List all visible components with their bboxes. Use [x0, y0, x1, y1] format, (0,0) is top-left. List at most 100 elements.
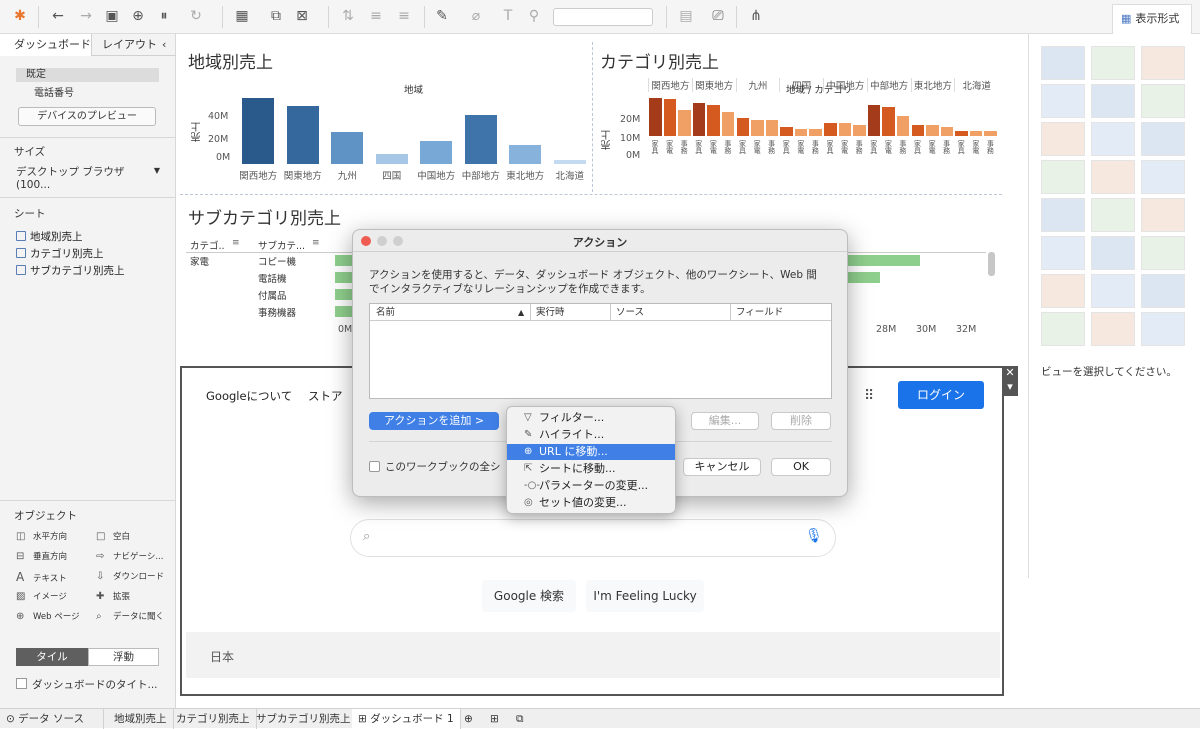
- clear-sheet-icon[interactable]: ⊠: [292, 6, 312, 26]
- device-preview-button[interactable]: デバイスのプレビュー: [18, 107, 156, 126]
- chart-type-thumbnail[interactable]: [1091, 160, 1135, 194]
- redo-icon[interactable]: →: [76, 6, 96, 26]
- object-ask-data[interactable]: ⌕ データに聞く: [96, 610, 164, 622]
- chart-type-thumbnail[interactable]: [1091, 84, 1135, 118]
- category-bar[interactable]: [736, 117, 750, 136]
- new-dashboard-icon[interactable]: ⊞: [484, 709, 505, 729]
- category-bar[interactable]: [853, 125, 866, 136]
- menu-item-url[interactable]: ⊕ URL に移動...: [507, 444, 675, 460]
- category-bar[interactable]: [955, 130, 968, 136]
- column-header[interactable]: 実行時: [536, 304, 565, 321]
- refresh-icon[interactable]: ↻: [186, 6, 206, 26]
- category-bar[interactable]: [984, 130, 997, 136]
- tab-dashboard[interactable]: ダッシュボード: [0, 34, 92, 56]
- chart-type-thumbnail[interactable]: [1141, 274, 1185, 308]
- sheet-item[interactable]: サブカテゴリ別売上: [16, 263, 125, 278]
- new-story-icon[interactable]: ⧉: [510, 709, 530, 729]
- new-datasource-icon[interactable]: ⊕: [128, 6, 148, 26]
- region-bar[interactable]: [242, 97, 275, 164]
- chart-type-thumbnail[interactable]: [1141, 198, 1185, 232]
- category-bar[interactable]: [751, 119, 764, 136]
- region-bar[interactable]: [286, 106, 319, 164]
- new-sheet-icon[interactable]: ⊕: [458, 709, 479, 729]
- category-bar[interactable]: [940, 126, 954, 136]
- fix-axes-icon[interactable]: ⚲: [524, 6, 544, 26]
- chart-type-thumbnail[interactable]: [1041, 46, 1085, 80]
- object-image[interactable]: ▨ イメージ: [16, 590, 67, 602]
- chart-type-thumbnail[interactable]: [1091, 122, 1135, 156]
- swap-icon[interactable]: ⇅: [338, 6, 358, 26]
- pause-updates-icon[interactable]: ⏸: [154, 6, 174, 26]
- category-bar[interactable]: [721, 112, 735, 136]
- undo-icon[interactable]: ←: [48, 6, 68, 26]
- all-sheets-checkbox[interactable]: [369, 461, 380, 472]
- chart-type-thumbnail[interactable]: [1141, 160, 1185, 194]
- menu-item-goto-sheet[interactable]: ⇱ シートに移動...: [507, 461, 675, 477]
- chart-type-thumbnail[interactable]: [1041, 84, 1085, 118]
- column-header[interactable]: 名前: [376, 304, 395, 321]
- region-bar[interactable]: [375, 153, 408, 164]
- category-bar[interactable]: [882, 106, 895, 136]
- sheet-tab[interactable]: 地域別売上: [108, 709, 174, 729]
- category-bar[interactable]: [649, 97, 662, 136]
- category-bar[interactable]: [969, 130, 983, 136]
- actions-table[interactable]: 名前 ▲ 実行時 ソース フィールド: [369, 303, 832, 399]
- edit-button[interactable]: 編集...: [691, 412, 759, 430]
- size-select[interactable]: デスクトップ ブラウザ (100... ▼: [16, 164, 160, 191]
- category-bar[interactable]: [809, 128, 822, 136]
- category-bar[interactable]: [911, 125, 925, 136]
- object-horizontal[interactable]: ◫ 水平方向: [16, 530, 67, 542]
- chart-type-thumbnail[interactable]: [1141, 122, 1185, 156]
- microphone-icon[interactable]: 🎙: [805, 528, 823, 544]
- chart-type-thumbnail[interactable]: [1141, 46, 1185, 80]
- dashboard-tab[interactable]: ⊞ ダッシュボード 1: [352, 709, 461, 729]
- feeling-lucky-button[interactable]: I'm Feeling Lucky: [586, 580, 704, 612]
- object-download[interactable]: ⇩ ダウンロード: [96, 570, 164, 582]
- save-icon[interactable]: ▣: [102, 6, 122, 26]
- category-bar[interactable]: [780, 126, 793, 136]
- chart-type-thumbnail[interactable]: [1041, 198, 1085, 232]
- share-icon[interactable]: ⋔: [746, 6, 766, 26]
- group-icon[interactable]: ⌀: [466, 6, 486, 26]
- category-bar[interactable]: [867, 104, 881, 136]
- menu-item-set[interactable]: ◎ セット値の変更...: [507, 495, 675, 511]
- sort-desc-icon[interactable]: ≡: [394, 6, 414, 26]
- chart-type-thumbnail[interactable]: [1141, 84, 1185, 118]
- new-sheet-icon[interactable]: ▦: [232, 6, 252, 26]
- category-bar[interactable]: [838, 123, 852, 136]
- ok-button[interactable]: OK: [771, 458, 831, 476]
- sort-icon[interactable]: ≡: [232, 238, 240, 248]
- category-bar[interactable]: [765, 119, 779, 136]
- category-bar[interactable]: [707, 104, 720, 136]
- show-title-checkbox[interactable]: [16, 678, 27, 689]
- chart-type-thumbnail[interactable]: [1141, 312, 1185, 346]
- highlight-pen-icon[interactable]: ✎: [432, 6, 452, 26]
- presentation-icon[interactable]: ⎚: [708, 6, 728, 26]
- chart-type-thumbnail[interactable]: [1091, 198, 1135, 232]
- tableau-logo-icon[interactable]: ✱: [10, 6, 30, 26]
- menu-item-filter[interactable]: ▽ フィルター...: [507, 410, 675, 426]
- region-bar[interactable]: [420, 140, 453, 164]
- chart-type-thumbnail[interactable]: [1091, 46, 1135, 80]
- delete-button[interactable]: 削除: [771, 412, 831, 430]
- device-phone[interactable]: 電話番号: [34, 84, 74, 99]
- chart-type-thumbnail[interactable]: [1091, 236, 1135, 270]
- column-header[interactable]: ソース: [616, 304, 644, 321]
- chart-type-thumbnail[interactable]: [1141, 236, 1185, 270]
- category-bar[interactable]: [663, 99, 677, 136]
- sheet-tab[interactable]: サブカテゴリ別売上: [250, 709, 358, 729]
- add-action-button[interactable]: アクションを追加 >: [369, 412, 499, 430]
- label-icon[interactable]: T: [498, 6, 518, 26]
- google-store-link[interactable]: ストア: [308, 388, 343, 404]
- region-bar[interactable]: [509, 145, 542, 164]
- show-me-tab[interactable]: ▦ 表示形式: [1112, 4, 1192, 34]
- object-navigation[interactable]: ⇨ ナビゲーシ...: [96, 550, 163, 562]
- float-toggle[interactable]: 浮動: [88, 648, 159, 666]
- category-bar[interactable]: [678, 110, 691, 136]
- chart-type-thumbnail[interactable]: [1091, 274, 1135, 308]
- menu-item-parameter[interactable]: -○- パラメーターの変更...: [507, 478, 675, 494]
- duplicate-sheet-icon[interactable]: ⧉: [266, 6, 286, 26]
- login-button[interactable]: ログイン: [898, 381, 984, 409]
- chart-type-thumbnail[interactable]: [1091, 312, 1135, 346]
- object-close-icon[interactable]: ✕ ▾: [1002, 366, 1018, 396]
